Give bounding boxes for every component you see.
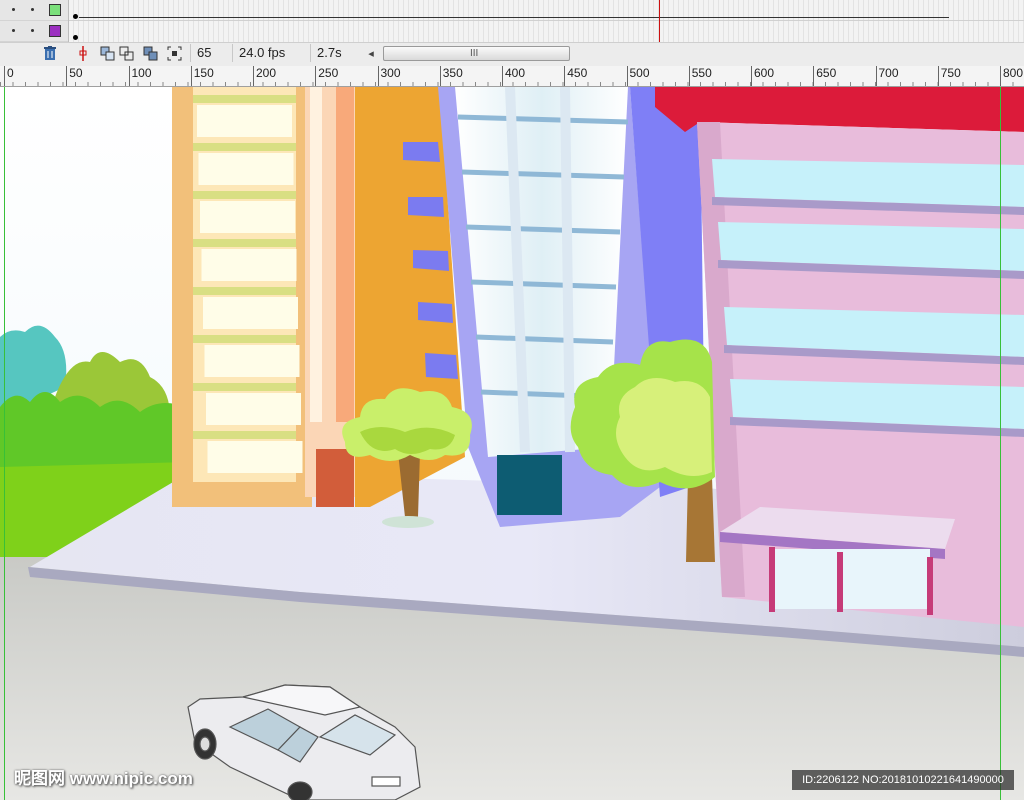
ruler-tick-label: 100 bbox=[128, 66, 152, 86]
playhead[interactable] bbox=[659, 0, 660, 42]
ruler-tick-label: 0 bbox=[4, 66, 14, 86]
keyframe-marker[interactable] bbox=[73, 35, 78, 40]
ruler-tick-label: 400 bbox=[502, 66, 525, 86]
stage-boundary-guide[interactable] bbox=[1000, 87, 1001, 800]
tween-span bbox=[79, 17, 949, 18]
ruler-tick-label: 550 bbox=[688, 66, 712, 86]
ruler-tick-label: 350 bbox=[439, 66, 463, 86]
lock-dot-icon[interactable] bbox=[31, 8, 34, 11]
visibility-dot-icon[interactable] bbox=[12, 8, 15, 11]
stage-canvas[interactable] bbox=[0, 87, 1024, 800]
visibility-dot-icon[interactable] bbox=[12, 29, 15, 32]
ruler-tick-label: 450 bbox=[564, 66, 587, 86]
stage-boundary-guide[interactable] bbox=[4, 87, 5, 800]
onion-skin-outlines-icon[interactable] bbox=[118, 46, 134, 61]
current-frame-readout[interactable]: 65 bbox=[190, 44, 228, 62]
ruler-tick-label: 50 bbox=[66, 66, 83, 86]
center-frame-icon[interactable] bbox=[75, 46, 91, 61]
scroll-left-arrow-icon[interactable]: ◂ bbox=[365, 46, 377, 62]
trash-icon[interactable] bbox=[42, 46, 58, 61]
layer-outline-color-icon[interactable] bbox=[49, 25, 61, 37]
ruler-tick-label: 800 bbox=[1000, 66, 1023, 86]
ruler-tick-label: 250 bbox=[315, 66, 338, 86]
timeline-status-bar: 65 24.0 fps 2.7s ◂ III bbox=[0, 42, 1024, 65]
scroll-grip-icon: III bbox=[470, 48, 479, 59]
layer-list bbox=[0, 0, 69, 42]
layer-row[interactable] bbox=[0, 0, 68, 21]
layer-outline-color-icon[interactable] bbox=[49, 4, 61, 16]
elapsed-time-readout: 2.7s bbox=[310, 44, 358, 62]
city-street-illustration bbox=[0, 87, 1024, 800]
horizontal-ruler: 0 50 100 150 200 250 300 350 400 450 500 550 600 650 7… bbox=[0, 66, 1024, 87]
ruler-tick-label: 300 bbox=[377, 66, 401, 86]
site-watermark: 昵图网 www.nipic.com bbox=[14, 769, 193, 788]
image-id-stamp: ID:2206122 NO:20181010221641490000 bbox=[792, 770, 1014, 790]
ruler-tick-label: 700 bbox=[875, 66, 899, 86]
edit-multiple-frames-icon[interactable] bbox=[142, 46, 158, 61]
timeline-panel: 65 24.0 fps 2.7s ◂ III bbox=[0, 0, 1024, 66]
ruler-tick-label: 200 bbox=[253, 66, 276, 86]
lock-dot-icon[interactable] bbox=[31, 29, 34, 32]
timeline-scrollbar-thumb[interactable]: III bbox=[383, 46, 570, 61]
ruler-tick-label: 500 bbox=[626, 66, 650, 86]
modify-onion-markers-icon[interactable] bbox=[166, 46, 182, 61]
keyframe-marker[interactable] bbox=[73, 14, 78, 19]
onion-skin-icon[interactable] bbox=[99, 46, 115, 61]
frame-grid[interactable] bbox=[69, 0, 1024, 42]
ruler-tick-label: 600 bbox=[751, 66, 774, 86]
frame-rate-readout[interactable]: 24.0 fps bbox=[232, 44, 304, 62]
layer-row[interactable] bbox=[0, 21, 68, 42]
ruler-tick-label: 650 bbox=[813, 66, 836, 86]
ruler-tick-label: 750 bbox=[937, 66, 961, 86]
ruler-tick-label: 150 bbox=[190, 66, 214, 86]
frame-row-divider bbox=[69, 20, 1024, 21]
